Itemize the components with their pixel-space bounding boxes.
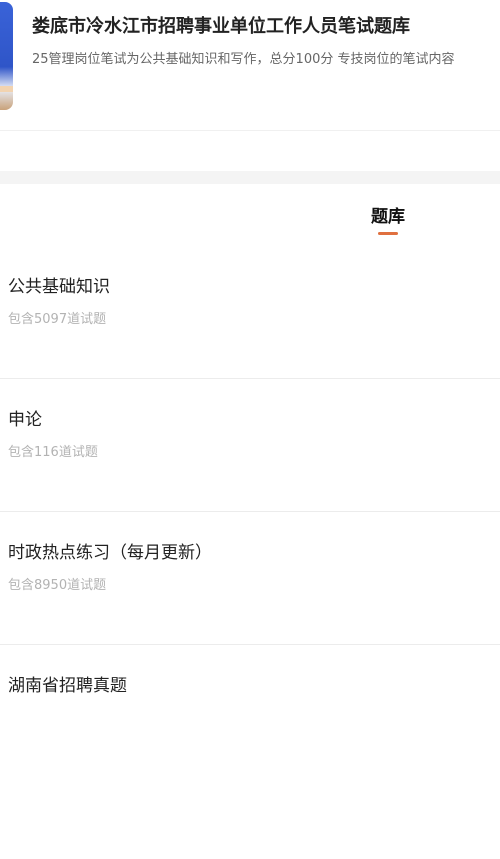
bank-title: 娄底市冷水江市招聘事业单位工作人员笔试题库 [32, 16, 410, 37]
bank-cover-image [0, 2, 13, 110]
list-item-current-affairs[interactable]: 时政热点练习（每月更新） 包含8950道试题 [0, 512, 500, 645]
list-item-hunan-real-exams[interactable]: 湖南省招聘真题 [0, 645, 500, 778]
list-item-title: 时政热点练习（每月更新） [8, 543, 212, 563]
list-item-question-count: 包含116道试题 [8, 445, 98, 460]
active-tab-indicator [378, 232, 398, 235]
cover-stripe [0, 86, 13, 92]
list-item-title: 公共基础知识 [8, 277, 110, 297]
question-bank-list: 公共基础知识 包含5097道试题 申论 包含116道试题 时政热点练习（每月更新… [0, 246, 500, 778]
list-item-question-count: 包含8950道试题 [8, 578, 107, 593]
list-item-shenlun[interactable]: 申论 包含116道试题 [0, 379, 500, 512]
tab-question-bank[interactable]: 题库 [348, 202, 428, 227]
list-item-question-count: 包含5097道试题 [8, 312, 107, 327]
list-item-public-knowledge[interactable]: 公共基础知识 包含5097道试题 [0, 246, 500, 379]
list-item-title: 湖南省招聘真题 [8, 676, 127, 696]
bank-header: 娄底市冷水江市招聘事业单位工作人员笔试题库 25管理岗位笔试为公共基础知识和写作… [0, 0, 500, 131]
tab-bar: 题库 [0, 184, 500, 246]
list-item-title: 申论 [8, 410, 42, 430]
bank-description: 25管理岗位笔试为公共基础知识和写作，总分100分 专技岗位的笔试内容 [32, 52, 455, 67]
section-divider [0, 171, 500, 184]
